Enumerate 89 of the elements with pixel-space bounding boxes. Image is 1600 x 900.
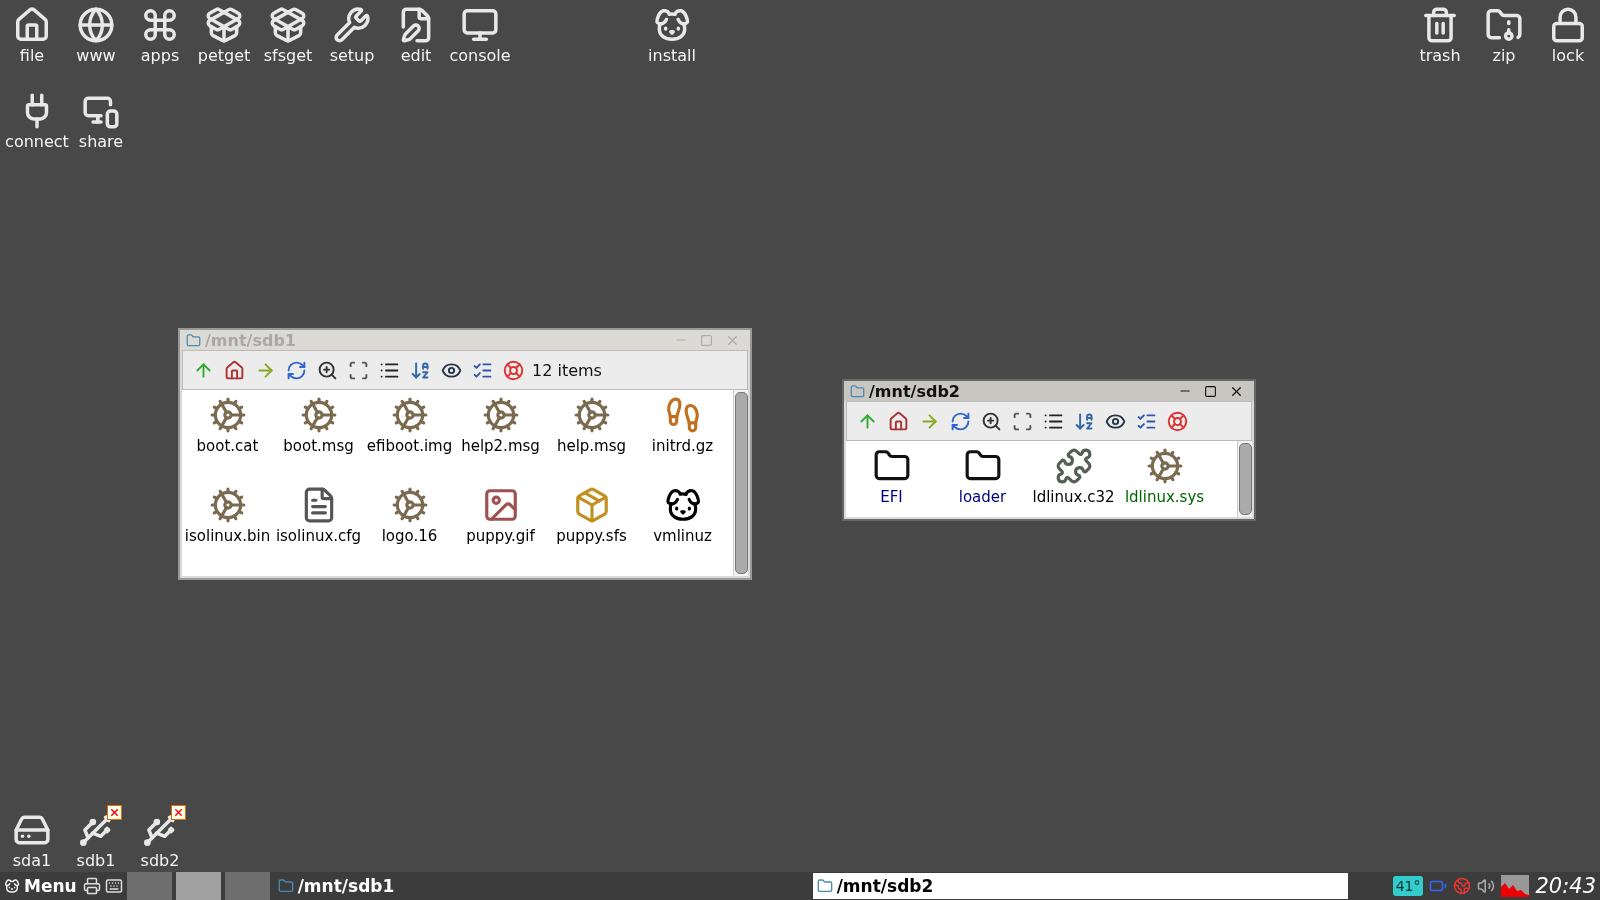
task-button[interactable]: /mnt/sdb1 (273, 873, 809, 899)
desktop-shortcut[interactable]: setup (320, 0, 384, 65)
printer-icon (82, 877, 101, 895)
file-item[interactable]: isolinux.cfg (273, 484, 364, 574)
puzzle-icon (1054, 447, 1093, 485)
package-icon (269, 6, 307, 44)
cpu-graph (1501, 875, 1530, 897)
task-button[interactable]: /mnt/sdb2 (812, 873, 1348, 899)
folder-icon (850, 383, 865, 399)
file-item[interactable]: loader (937, 445, 1028, 515)
file-item[interactable]: ldlinux.sys (1119, 445, 1210, 515)
desktop-shortcut[interactable]: share (69, 86, 133, 151)
desktop-shortcut[interactable]: lock (1536, 0, 1600, 65)
desktop-shortcut[interactable]: petget (192, 0, 256, 65)
file-item[interactable]: help.msg (546, 394, 637, 484)
desktop-shortcut[interactable]: sdb1 (64, 805, 128, 870)
folder-icon (277, 878, 294, 894)
item-count: 12 items (532, 360, 602, 380)
help-icon (503, 359, 524, 381)
desktop-shortcut[interactable]: console (448, 0, 512, 65)
file-item[interactable]: help2.msg (455, 394, 546, 484)
desktop-shortcut[interactable]: sda1 (0, 805, 64, 870)
wrench-icon (333, 6, 371, 44)
home-icon (13, 6, 51, 44)
desktop-shortcut[interactable]: install (640, 0, 704, 65)
refresh-icon (286, 359, 307, 381)
folder-icon (816, 878, 833, 894)
scrollbar[interactable] (733, 390, 748, 576)
trash-icon (1421, 6, 1459, 44)
command-icon (141, 6, 179, 44)
scrollbar[interactable] (1237, 441, 1252, 517)
file-item[interactable]: vmlinuz (637, 484, 728, 574)
gear-icon (572, 396, 611, 434)
zoom-fit-icon (348, 359, 369, 381)
keyboard-icon (104, 877, 123, 895)
unmount-button[interactable] (107, 805, 122, 820)
close-icon (173, 807, 184, 818)
desktop-shortcut[interactable]: sfsget (256, 0, 320, 65)
window-title: /mnt/sdb2 (869, 381, 961, 401)
home-icon (888, 410, 909, 432)
desktop-shortcut[interactable]: trash (1408, 0, 1472, 65)
gear-icon (390, 396, 429, 434)
globe-icon (77, 6, 115, 44)
gear-icon (1145, 447, 1184, 485)
folder-compress-icon (1485, 6, 1523, 44)
maximize-icon (1204, 384, 1217, 398)
desktop-shortcut[interactable]: apps (128, 0, 192, 65)
workspace-button[interactable] (175, 872, 221, 900)
menu-button[interactable]: Menu (2, 876, 79, 896)
file-item[interactable]: isolinux.bin (182, 484, 273, 574)
desktop-shortcut[interactable]: file (0, 0, 64, 65)
refresh-icon (950, 410, 971, 432)
dog-icon (4, 878, 20, 894)
gear-icon (390, 486, 429, 524)
lock-icon (1549, 6, 1587, 44)
gear-icon (299, 396, 338, 434)
file-item[interactable]: efiboot.img (364, 394, 455, 484)
monitor-icon (461, 6, 499, 44)
folder-icon (186, 332, 201, 348)
file-item[interactable]: puppy.gif (455, 484, 546, 574)
desktop-shortcut[interactable]: zip (1472, 0, 1536, 65)
desktop-shortcut[interactable]: connect (5, 86, 69, 151)
volume-icon (1477, 877, 1496, 895)
gear-icon (208, 486, 247, 524)
file-item[interactable]: logo.16 (364, 484, 455, 574)
file-item[interactable]: boot.cat (182, 394, 273, 484)
close-icon (109, 807, 120, 818)
file-item[interactable]: boot.msg (273, 394, 364, 484)
home-icon (224, 359, 245, 381)
maximize-icon (700, 333, 713, 347)
network-icon (1453, 877, 1472, 895)
dog-face-icon (653, 6, 691, 44)
gear-icon (481, 396, 520, 434)
package-icon (205, 6, 243, 44)
zoom-in-icon (317, 359, 338, 381)
zoom-in-icon (981, 410, 1002, 432)
help-icon (1167, 410, 1188, 432)
file-item[interactable]: ldlinux.c32 (1028, 445, 1119, 515)
file-item[interactable]: initrd.gz (637, 394, 728, 484)
file-item[interactable]: EFI (846, 445, 937, 515)
unmount-button[interactable] (171, 805, 186, 820)
desktop-shortcut[interactable]: www (64, 0, 128, 65)
desktop-shortcut[interactable]: sdb2 (128, 805, 192, 870)
file-item[interactable]: puppy.sfs (546, 484, 637, 574)
temperature-indicator[interactable]: 41° (1392, 876, 1424, 896)
desktop-shortcut[interactable]: edit (384, 0, 448, 65)
clock: 20:43 (1535, 874, 1596, 898)
gear-icon (208, 396, 247, 434)
zoom-fit-icon (1012, 410, 1033, 432)
